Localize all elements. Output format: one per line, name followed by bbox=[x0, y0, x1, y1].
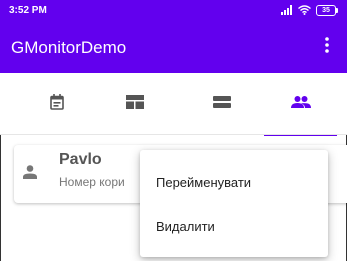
wifi-icon bbox=[298, 2, 311, 20]
tab-calendar[interactable] bbox=[20, 73, 93, 135]
status-icons: 35 bbox=[281, 4, 338, 17]
tabs-divider bbox=[0, 134, 347, 135]
menu-item-delete[interactable]: Видалити bbox=[140, 204, 328, 248]
battery-icon: 35 bbox=[316, 5, 338, 16]
people-icon bbox=[290, 95, 311, 113]
menu-item-rename[interactable]: Перейменувати bbox=[140, 160, 328, 204]
tab-dashboard[interactable] bbox=[98, 73, 171, 135]
more-vert-icon bbox=[325, 36, 329, 58]
dashboard-icon bbox=[125, 94, 144, 114]
user-name: Pavlo bbox=[59, 151, 102, 168]
calendar-icon bbox=[49, 93, 64, 115]
overflow-menu-button[interactable] bbox=[313, 32, 341, 62]
tab-people[interactable] bbox=[264, 73, 337, 136]
status-time: 3:52 PM bbox=[9, 5, 47, 16]
app-bar: GMonitorDemo bbox=[0, 22, 347, 73]
signal-icon bbox=[281, 2, 293, 20]
app-title: GMonitorDemo bbox=[11, 38, 127, 57]
context-menu: Перейменувати Видалити bbox=[140, 150, 328, 257]
view-agenda-icon bbox=[212, 95, 231, 113]
tab-bar bbox=[0, 73, 347, 136]
user-subtitle: Номер кори bbox=[59, 175, 125, 189]
person-icon bbox=[23, 165, 37, 184]
tab-agenda[interactable] bbox=[185, 73, 258, 135]
battery-level: 35 bbox=[322, 7, 330, 14]
status-bar: 3:52 PM 35 bbox=[0, 0, 347, 22]
